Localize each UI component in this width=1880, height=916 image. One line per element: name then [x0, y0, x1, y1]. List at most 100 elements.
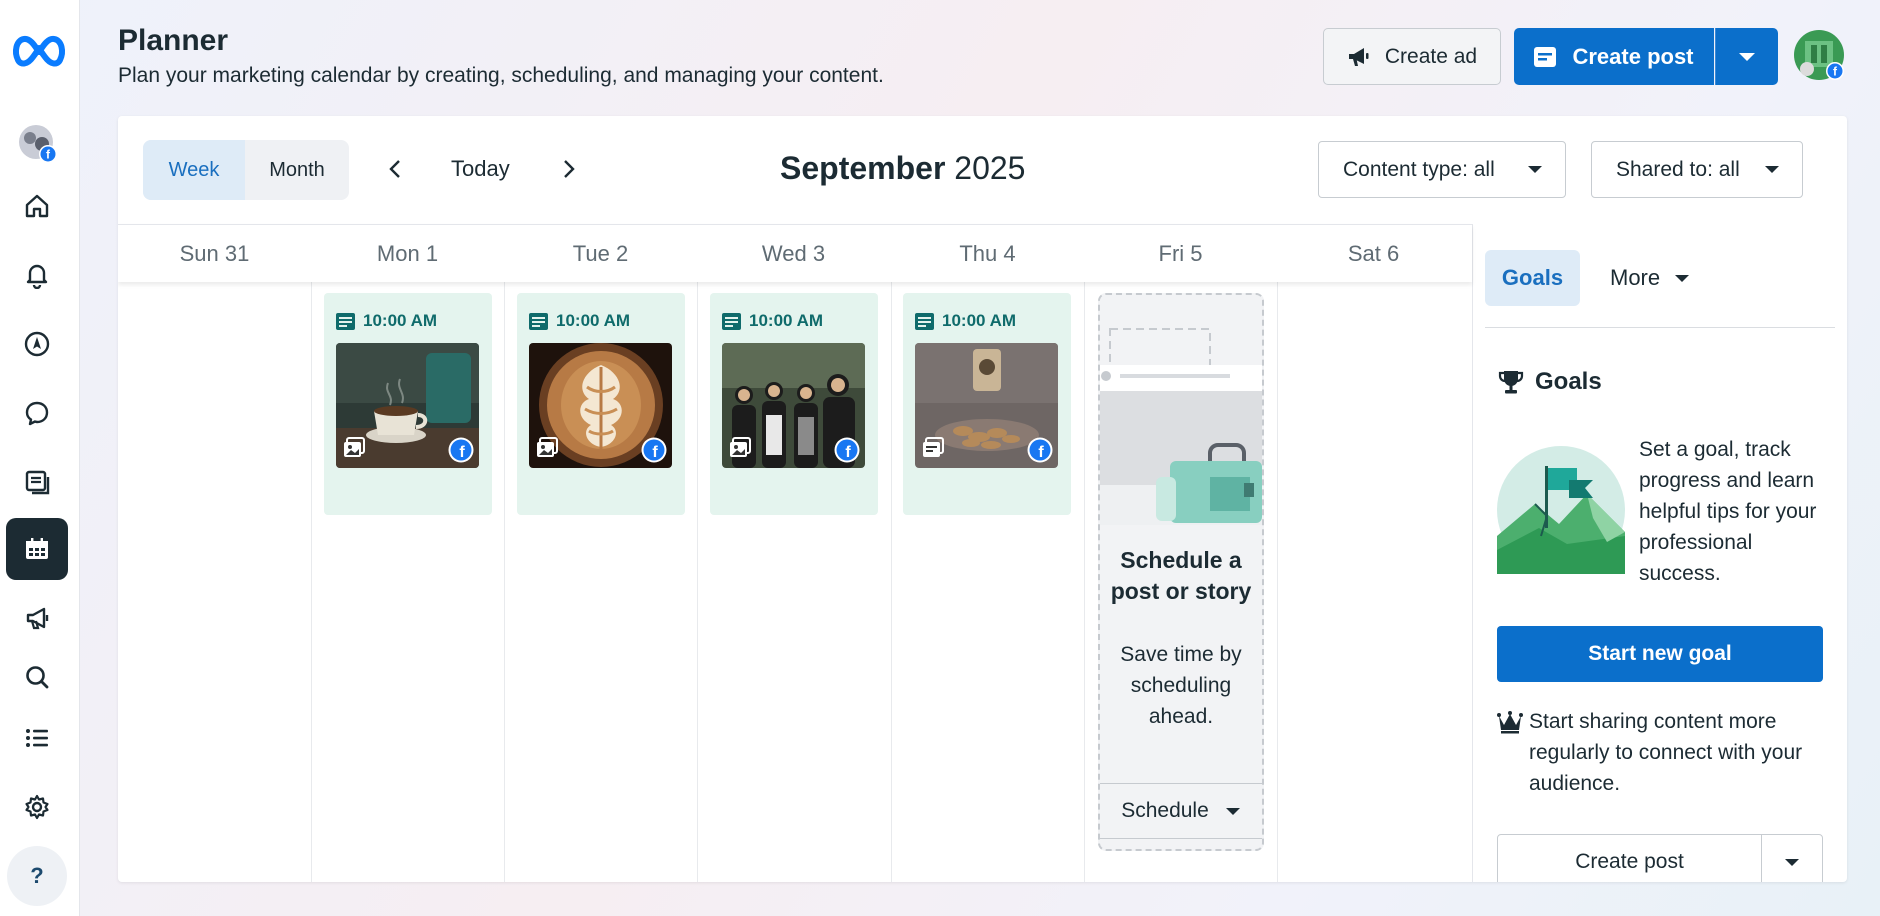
schedule-card-description: Save time by scheduling ahead. [1120, 643, 1242, 728]
caret-down-icon [1765, 166, 1779, 173]
facebook-icon: f [834, 437, 860, 463]
create-post-button[interactable]: Create post [1514, 28, 1714, 85]
goals-flag-illustration [1497, 446, 1625, 574]
sidebar-create-post-button[interactable]: Create post [1497, 834, 1762, 882]
goals-tip-text: Start sharing content more regularly to … [1529, 710, 1803, 795]
planner-panel: Week Month Today September 2025 Content … [118, 116, 1847, 882]
photo-post-icon [344, 437, 365, 457]
svg-text:f: f [1038, 444, 1044, 461]
tab-more-label: More [1610, 265, 1661, 290]
scheduled-post-card[interactable]: 10:00 AM f [710, 293, 878, 515]
post-type-icon [722, 312, 741, 330]
create-ad-label: Create ad [1384, 44, 1478, 68]
caret-down-icon [1785, 858, 1799, 866]
day-header: Fri 5 [1158, 241, 1203, 266]
home-icon [25, 194, 49, 218]
tab-goals[interactable]: Goals [1485, 250, 1580, 306]
svg-text:f: f [652, 444, 658, 461]
sidebar-create-post-dropdown[interactable] [1761, 834, 1823, 882]
megaphone-icon [1348, 47, 1369, 66]
profile-avatar[interactable]: f [1793, 29, 1847, 83]
calendar-header: Sun 31 Mon 1 Tue 2 Wed 3 Thu 4 Fri 5 Sat… [118, 224, 1472, 282]
chevron-left-icon [389, 160, 400, 178]
goals-heading-label: Goals [1535, 368, 1602, 395]
create-ad-button[interactable]: Create ad [1323, 28, 1501, 85]
tab-more[interactable]: More [1610, 250, 1690, 306]
nav-notifications[interactable] [6, 244, 68, 306]
prev-week-button[interactable] [380, 154, 410, 184]
schedule-illustration [1100, 295, 1262, 535]
nav-search[interactable] [6, 646, 68, 708]
scheduled-post-card[interactable]: 10:00 AM f [903, 293, 1071, 515]
help-button[interactable]: ? [7, 846, 67, 906]
page-subtitle: Plan your marketing calendar by creating… [118, 64, 884, 87]
today-button[interactable]: Today [451, 156, 510, 182]
planner-icon [26, 538, 48, 559]
search-icon [26, 666, 49, 689]
column-divider [311, 282, 312, 882]
svg-text:f: f [845, 444, 851, 461]
shared-to-filter[interactable]: Shared to: all [1591, 141, 1803, 198]
page-avatar[interactable]: f [18, 124, 58, 164]
next-week-button[interactable] [554, 154, 584, 184]
view-month-button[interactable]: Month [245, 140, 349, 200]
column-divider [891, 282, 892, 882]
day-header: Wed 3 [761, 241, 826, 266]
chevron-right-icon [564, 160, 575, 178]
nav-settings[interactable] [6, 776, 68, 838]
list-icon [26, 729, 48, 747]
create-post-label: Create post [1572, 43, 1694, 69]
month-name: September [780, 150, 946, 186]
nav-content[interactable] [6, 451, 68, 513]
goals-description: Set a goal, track progress and learn hel… [1639, 438, 1817, 585]
shared-to-label: Shared to: all [1616, 157, 1740, 181]
facebook-icon: f [1027, 437, 1053, 463]
view-week-button[interactable]: Week [143, 140, 245, 200]
day-header: Thu 4 [959, 241, 1016, 266]
scheduled-post-card[interactable]: 10:00 AM f [324, 293, 492, 515]
post-time-label: 10:00 AM [363, 311, 438, 330]
meta-logo-icon[interactable] [10, 30, 68, 70]
column-divider [697, 282, 698, 882]
nav-ads[interactable] [6, 587, 68, 649]
day-header: Tue 2 [572, 241, 629, 266]
day-header: Sun 31 [179, 241, 250, 266]
scheduled-post-card[interactable]: 10:00 AM f [517, 293, 685, 515]
nav-inbox[interactable] [6, 382, 68, 444]
month-year: 2025 [954, 150, 1026, 186]
nav-home[interactable] [6, 175, 68, 237]
month-title: September 2025 [780, 150, 1025, 187]
facebook-icon: f [641, 437, 667, 463]
schedule-button[interactable]: Schedule [1100, 783, 1262, 839]
text-post-icon [923, 437, 944, 457]
nav-planner[interactable] [6, 518, 68, 580]
compass-icon [24, 331, 50, 357]
crown-icon [1497, 711, 1523, 734]
post-type-icon [336, 312, 355, 330]
nav-explore[interactable] [6, 313, 68, 375]
column-divider [1277, 282, 1278, 882]
caret-down-icon [1225, 807, 1240, 815]
post-time: 10:00 AM [336, 311, 437, 331]
content-type-label: Content type: all [1343, 157, 1495, 181]
content-type-filter[interactable]: Content type: all [1318, 141, 1566, 198]
facebook-icon: f [448, 437, 474, 463]
day-header: Mon 1 [376, 241, 439, 266]
post-time: 10:00 AM [529, 311, 630, 331]
post-time-label: 10:00 AM [556, 311, 631, 330]
chat-icon [25, 401, 49, 426]
schedule-card-title: Schedule a post or story [1110, 547, 1252, 604]
post-thumbnail: f [336, 343, 479, 468]
post-time-label: 10:00 AM [942, 311, 1017, 330]
day-header: Sat 6 [1347, 241, 1400, 266]
goals-tip: Start sharing content more regularly to … [1497, 706, 1827, 799]
goals-sidebar: Goals More Goals Set a goal, track progr… [1472, 224, 1847, 882]
post-type-icon [915, 312, 934, 330]
post-thumbnail: f [529, 343, 672, 468]
column-divider [1084, 282, 1085, 882]
nav-all-tools[interactable] [6, 707, 68, 769]
start-new-goal-button[interactable]: Start new goal [1497, 626, 1823, 682]
create-post-dropdown[interactable] [1715, 28, 1778, 85]
post-time-label: 10:00 AM [749, 311, 824, 330]
post-thumbnail: f [915, 343, 1058, 468]
